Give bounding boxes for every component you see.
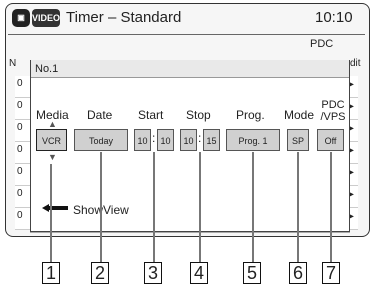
up-arrow-icon: ▲	[48, 119, 57, 129]
clock-time: 10:10	[315, 9, 353, 26]
stop-header: Stop	[186, 108, 211, 122]
background-n-fragment: N	[9, 58, 17, 69]
mode-field[interactable]: SP	[287, 129, 309, 151]
pdc-vps-header: PDC /VPS	[320, 99, 346, 123]
start-colon: :	[152, 131, 156, 145]
row-number: 0	[17, 122, 23, 133]
background-pdc-header: PDC	[310, 38, 334, 50]
callout-3: 3	[144, 262, 162, 284]
header-divider	[8, 34, 365, 35]
callout-leader-7	[330, 152, 332, 262]
mode-header: Mode	[284, 108, 315, 122]
stop-colon: :	[198, 131, 202, 145]
left-arrow-icon	[42, 204, 68, 212]
background-edit-header: dit	[350, 58, 361, 69]
callout-leader-5	[252, 152, 254, 262]
screen-title: Timer – Standard	[66, 9, 182, 26]
row-number: 0	[17, 100, 23, 111]
callout-leader-6	[297, 152, 299, 262]
start-hour-field[interactable]: 10	[134, 129, 151, 151]
callout-4: 4	[190, 262, 208, 284]
callout-7: 7	[322, 262, 340, 284]
row-number: 0	[17, 144, 23, 155]
date-field[interactable]: Today	[74, 129, 128, 151]
row-number: 0	[17, 210, 23, 221]
callout-2: 2	[91, 262, 109, 284]
stop-minute-field[interactable]: 15	[203, 129, 220, 151]
callout-leader-1	[50, 164, 52, 262]
media-field[interactable]: VCR	[36, 129, 67, 151]
row-number: 0	[17, 166, 23, 177]
stop-hour-field[interactable]: 10	[180, 129, 197, 151]
start-header: Start	[138, 108, 164, 122]
row-number: 0	[17, 188, 23, 199]
callout-leader-2	[100, 152, 102, 262]
down-arrow-icon: ▼	[48, 152, 57, 162]
callout-6: 6	[289, 262, 307, 284]
tape-icon: ▣	[12, 9, 30, 27]
program-field[interactable]: Prog. 1	[226, 129, 280, 151]
start-minute-field[interactable]: 10	[157, 129, 174, 151]
callout-leader-4	[199, 152, 201, 262]
callout-leader-3	[153, 152, 155, 262]
row-number: 0	[17, 78, 23, 89]
callout-1: 1	[42, 262, 60, 284]
dialog-title: No.1	[31, 60, 349, 78]
pdc-vps-field[interactable]: Off	[317, 129, 344, 151]
callout-5: 5	[243, 262, 261, 284]
video-badge: VIDEO	[32, 9, 60, 27]
prog-header: Prog.	[236, 108, 265, 122]
date-header: Date	[87, 108, 113, 122]
